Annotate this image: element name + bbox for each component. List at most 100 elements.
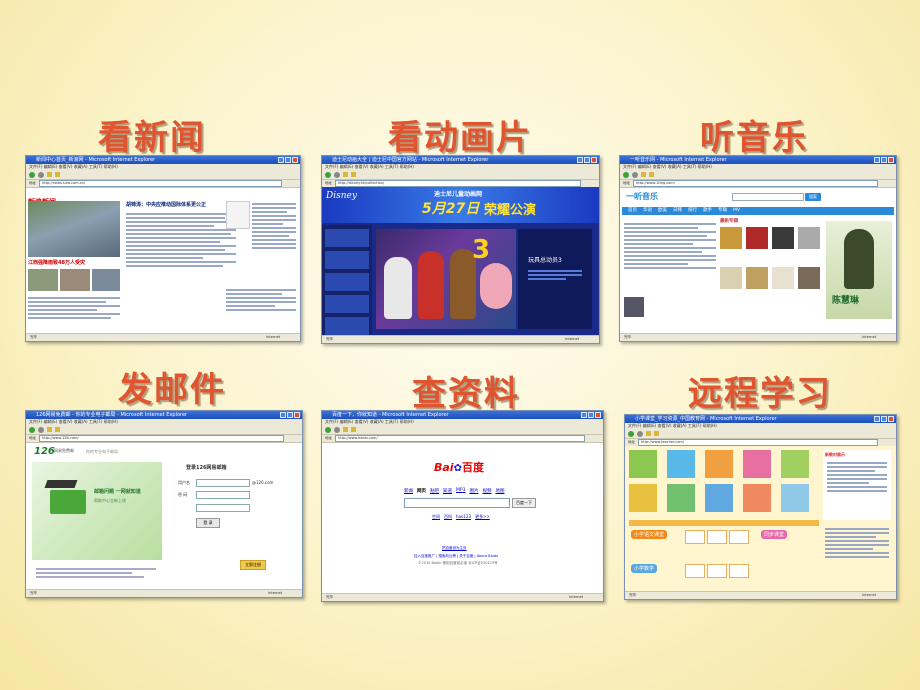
maximize-icon[interactable] bbox=[881, 416, 887, 422]
minimize-icon[interactable] bbox=[577, 157, 583, 163]
home-icon[interactable] bbox=[649, 172, 654, 177]
minimize-icon[interactable] bbox=[874, 157, 880, 163]
forward-icon[interactable] bbox=[38, 426, 44, 433]
news-browser-window[interactable]: 新闻中心首页_新浪网 - Microsoft Internet Explorer… bbox=[25, 155, 301, 342]
close-icon[interactable] bbox=[591, 157, 597, 163]
search-button[interactable]: 百度一下 bbox=[512, 498, 536, 508]
lesson-tile[interactable] bbox=[685, 564, 705, 578]
nav-item[interactable]: 华语 bbox=[643, 207, 652, 215]
album-cover[interactable] bbox=[798, 267, 820, 289]
back-icon[interactable] bbox=[29, 171, 35, 178]
minimize-icon[interactable] bbox=[280, 412, 286, 418]
close-icon[interactable] bbox=[294, 412, 300, 418]
minimize-icon[interactable] bbox=[874, 416, 880, 422]
mail-browser-window[interactable]: 126网易免费邮 - 你的专业电子邮局 - Microsoft Internet… bbox=[25, 410, 303, 598]
music-nav[interactable]: 首页 华语 欧美 日韩 排行 歌手 专辑 MV bbox=[622, 207, 894, 215]
textbook-cover[interactable] bbox=[667, 450, 695, 478]
photo-thumb[interactable] bbox=[28, 269, 58, 291]
home-icon[interactable] bbox=[654, 431, 659, 436]
password-input[interactable] bbox=[196, 491, 250, 499]
mail-logo[interactable]: 126 bbox=[34, 446, 55, 457]
back-icon[interactable] bbox=[325, 426, 331, 433]
lesson-tile[interactable] bbox=[729, 530, 749, 544]
favorites-icon[interactable] bbox=[646, 431, 651, 436]
url-input[interactable]: http://www.baidu.com/ bbox=[335, 435, 585, 442]
textbook-cover[interactable] bbox=[781, 450, 809, 478]
link[interactable]: 更多>> bbox=[475, 514, 490, 520]
forward-icon[interactable] bbox=[637, 430, 643, 437]
tab[interactable]: 贴吧 bbox=[430, 488, 439, 494]
tab[interactable]: 知道 bbox=[443, 488, 452, 494]
forward-icon[interactable] bbox=[334, 171, 340, 178]
url-input[interactable]: http://www.126.com/ bbox=[39, 435, 284, 442]
lesson-tile[interactable] bbox=[685, 530, 705, 544]
headline[interactable]: 胡锦涛：中央应推动国际体系更公正 bbox=[126, 201, 236, 208]
maximize-icon[interactable] bbox=[287, 412, 293, 418]
textbook-cover[interactable] bbox=[629, 450, 657, 478]
lesson-tile[interactable] bbox=[707, 564, 727, 578]
username-input[interactable] bbox=[196, 479, 250, 487]
tab[interactable]: 新闻 bbox=[404, 488, 413, 494]
back-icon[interactable] bbox=[628, 430, 634, 437]
close-icon[interactable] bbox=[888, 157, 894, 163]
tab[interactable]: 地图 bbox=[495, 488, 504, 494]
minimize-icon[interactable] bbox=[581, 412, 587, 418]
nav-item[interactable]: 欧美 bbox=[658, 207, 667, 215]
lesson-tile[interactable] bbox=[729, 564, 749, 578]
close-icon[interactable] bbox=[888, 416, 894, 422]
maximize-icon[interactable] bbox=[285, 157, 291, 163]
quick-links[interactable]: 空间 百科 hao123 更多>> bbox=[432, 514, 490, 520]
url-input[interactable]: http://news.sina.com.cn/ bbox=[39, 180, 282, 187]
back-icon[interactable] bbox=[325, 171, 331, 178]
album-cover[interactable] bbox=[798, 227, 820, 249]
movie-poster[interactable]: 3 bbox=[376, 229, 516, 329]
tab[interactable]: MP3 bbox=[456, 488, 465, 494]
textbook-cover[interactable] bbox=[667, 484, 695, 512]
photo-thumb[interactable] bbox=[92, 269, 120, 291]
textbook-cover[interactable] bbox=[705, 484, 733, 512]
disney-logo[interactable]: Disney bbox=[326, 191, 357, 201]
url-input[interactable]: http://www.teacher.com/ bbox=[638, 439, 878, 446]
search-browser-window[interactable]: 百度一下，你就知道 - Microsoft Internet Explorer … bbox=[321, 410, 604, 602]
singer-promo[interactable]: 陈慧琳 bbox=[826, 221, 892, 319]
photo-thumb[interactable] bbox=[60, 269, 90, 291]
favorites-icon[interactable] bbox=[343, 172, 348, 177]
nav-item[interactable]: 歌手 bbox=[703, 207, 712, 215]
nav-item[interactable]: 专辑 bbox=[718, 207, 727, 215]
ad-box[interactable] bbox=[226, 201, 250, 229]
maximize-icon[interactable] bbox=[588, 412, 594, 418]
tab[interactable]: 网页 bbox=[417, 488, 426, 494]
favorites-icon[interactable] bbox=[343, 427, 348, 432]
side-menu[interactable] bbox=[322, 225, 372, 336]
register-button[interactable]: 立即注册 bbox=[240, 560, 266, 570]
baidu-logo[interactable]: Bai✿百度 bbox=[434, 456, 484, 475]
tab[interactable]: 图片 bbox=[469, 488, 478, 494]
maximize-icon[interactable] bbox=[881, 157, 887, 163]
minimize-icon[interactable] bbox=[278, 157, 284, 163]
album-cover[interactable] bbox=[746, 267, 768, 289]
album-cover[interactable] bbox=[746, 227, 768, 249]
home-icon[interactable] bbox=[55, 172, 60, 177]
home-icon[interactable] bbox=[55, 427, 60, 432]
animation-browser-window[interactable]: 迪士尼动画大全 | 迪士尼中国官方网站 - Microsoft Internet… bbox=[321, 155, 600, 344]
nav-item[interactable]: 排行 bbox=[688, 207, 697, 215]
nav-item[interactable]: MV bbox=[733, 207, 740, 215]
search-tabs[interactable]: 新闻 网页 贴吧 知道 MP3 图片 视频 地图 bbox=[404, 488, 504, 494]
set-homepage-link[interactable]: 把百度设为主页 bbox=[442, 546, 467, 551]
album-cover[interactable] bbox=[772, 227, 794, 249]
back-icon[interactable] bbox=[29, 426, 35, 433]
close-icon[interactable] bbox=[292, 157, 298, 163]
home-icon[interactable] bbox=[351, 172, 356, 177]
back-icon[interactable] bbox=[623, 171, 629, 178]
maximize-icon[interactable] bbox=[584, 157, 590, 163]
link[interactable]: 百科 bbox=[444, 514, 452, 520]
forward-icon[interactable] bbox=[38, 171, 44, 178]
login-button[interactable]: 登 录 bbox=[196, 518, 220, 528]
tab[interactable]: 视频 bbox=[482, 488, 491, 494]
textbook-cover[interactable] bbox=[705, 450, 733, 478]
favorites-icon[interactable] bbox=[641, 172, 646, 177]
favorites-icon[interactable] bbox=[47, 172, 52, 177]
music-search-input[interactable] bbox=[732, 193, 804, 201]
home-icon[interactable] bbox=[351, 427, 356, 432]
promo-banner[interactable]: 邮箱问题 一网就知道 帮助中心全新上线 bbox=[32, 462, 162, 560]
